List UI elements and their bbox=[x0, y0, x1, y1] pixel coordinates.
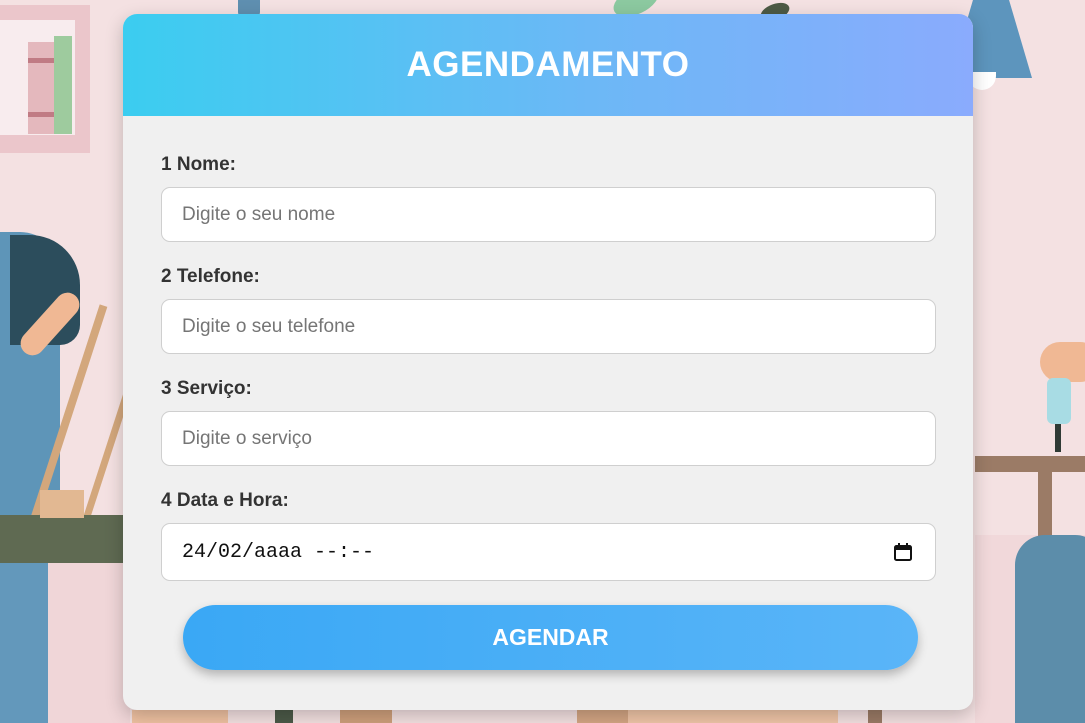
booking-form: 1 Nome: 2 Telefone: 3 Serviço: 4 Data e … bbox=[123, 116, 973, 670]
table-illustration bbox=[975, 456, 1085, 472]
datetime-label: 4 Data e Hora: bbox=[161, 490, 289, 511]
floor-item-illustration bbox=[340, 710, 392, 723]
drill-bit-illustration bbox=[1055, 424, 1061, 452]
book-illustration bbox=[28, 42, 54, 134]
card-header: AGENDAMENTO bbox=[123, 14, 973, 116]
book-stripe bbox=[28, 58, 54, 63]
page-title: AGENDAMENTO bbox=[406, 45, 690, 84]
service-input[interactable] bbox=[161, 411, 936, 466]
chair-illustration bbox=[1015, 535, 1085, 723]
booking-card: AGENDAMENTO 1 Nome: 2 Telefone: 3 Serviç… bbox=[123, 14, 973, 710]
worker-arm-illustration bbox=[1040, 342, 1085, 382]
datetime-value: 24/02/aaaa --:-- bbox=[182, 540, 375, 564]
floor-item-illustration bbox=[628, 710, 838, 723]
floor-item-illustration bbox=[577, 710, 629, 723]
service-label: 3 Serviço: bbox=[161, 378, 252, 399]
floor-item-illustration bbox=[868, 710, 882, 723]
book-stripe bbox=[28, 112, 54, 117]
name-input[interactable] bbox=[161, 187, 936, 242]
phone-input[interactable] bbox=[161, 299, 936, 354]
floor-item-illustration bbox=[275, 710, 293, 723]
floor-item-illustration bbox=[132, 710, 228, 723]
datetime-input[interactable]: 24/02/aaaa --:-- bbox=[161, 523, 936, 581]
book-illustration bbox=[54, 36, 72, 134]
schedule-button[interactable]: AGENDAR bbox=[183, 605, 918, 670]
workbench-illustration bbox=[0, 515, 124, 563]
drill-illustration bbox=[1047, 378, 1071, 424]
box-illustration bbox=[40, 490, 84, 518]
phone-label: 2 Telefone: bbox=[161, 266, 260, 287]
name-label: 1 Nome: bbox=[161, 154, 236, 175]
calendar-icon[interactable] bbox=[893, 542, 913, 562]
